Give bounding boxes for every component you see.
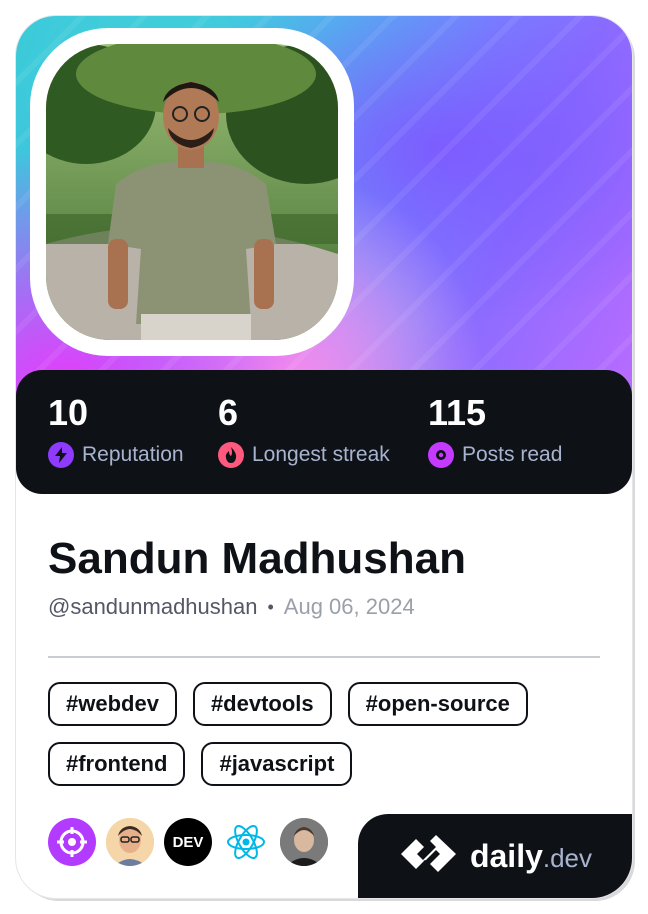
tag-list: #webdev #devtools #open-source #frontend…	[48, 682, 608, 802]
tag-chip[interactable]: #open-source	[347, 682, 528, 726]
brand-tld: .dev	[542, 842, 593, 873]
flame-icon	[218, 442, 244, 468]
stat-label: Posts read	[462, 443, 563, 466]
divider	[48, 656, 600, 658]
stat-label: Longest streak	[252, 443, 390, 466]
brand-name: daily.dev	[470, 838, 592, 875]
cover-background	[16, 16, 632, 396]
stat-longest-streak: 6 Longest streak	[218, 392, 390, 468]
stat-value: 115	[428, 392, 487, 433]
dev-logo-icon[interactable]: DEV	[164, 818, 212, 866]
stat-value: 10	[48, 392, 89, 433]
joined-date: Aug 06, 2024	[283, 594, 415, 619]
tag-chip[interactable]: #devtools	[192, 682, 332, 726]
person-avatar-icon[interactable]	[280, 818, 328, 866]
devcard: 10 Reputation 6 Longest streak 115 Posts…	[16, 16, 632, 898]
profile-meta: @sandunmadhushan • Aug 06, 2024	[48, 594, 415, 620]
stat-label: Reputation	[82, 443, 184, 466]
stats-bar: 10 Reputation 6 Longest streak 115 Posts…	[16, 370, 632, 494]
tag-chip[interactable]: #javascript	[201, 742, 353, 786]
dailydev-brand: daily.dev	[358, 814, 632, 898]
tag-chip[interactable]: #webdev	[48, 682, 177, 726]
stat-posts-read: 115 Posts read	[428, 392, 562, 468]
meta-separator: •	[267, 596, 274, 617]
tag-chip[interactable]: #frontend	[48, 742, 186, 786]
memoji-avatar-icon[interactable]	[106, 818, 154, 866]
stat-reputation: 10 Reputation	[48, 392, 184, 468]
profile-photo	[46, 44, 338, 340]
profile-handle: @sandunmadhushan	[48, 594, 258, 619]
react-logo-icon[interactable]	[222, 818, 270, 866]
source-list: DEV	[48, 818, 338, 866]
lightning-icon	[48, 442, 74, 468]
stat-value: 6	[218, 392, 239, 433]
dailydev-logo-icon	[398, 834, 460, 878]
brand-word: daily	[469, 837, 543, 874]
avatar-frame	[30, 28, 354, 356]
profile-name: Sandun Madhushan	[48, 534, 466, 583]
eye-icon	[428, 442, 454, 468]
crosshair-logo-icon[interactable]	[48, 818, 96, 866]
